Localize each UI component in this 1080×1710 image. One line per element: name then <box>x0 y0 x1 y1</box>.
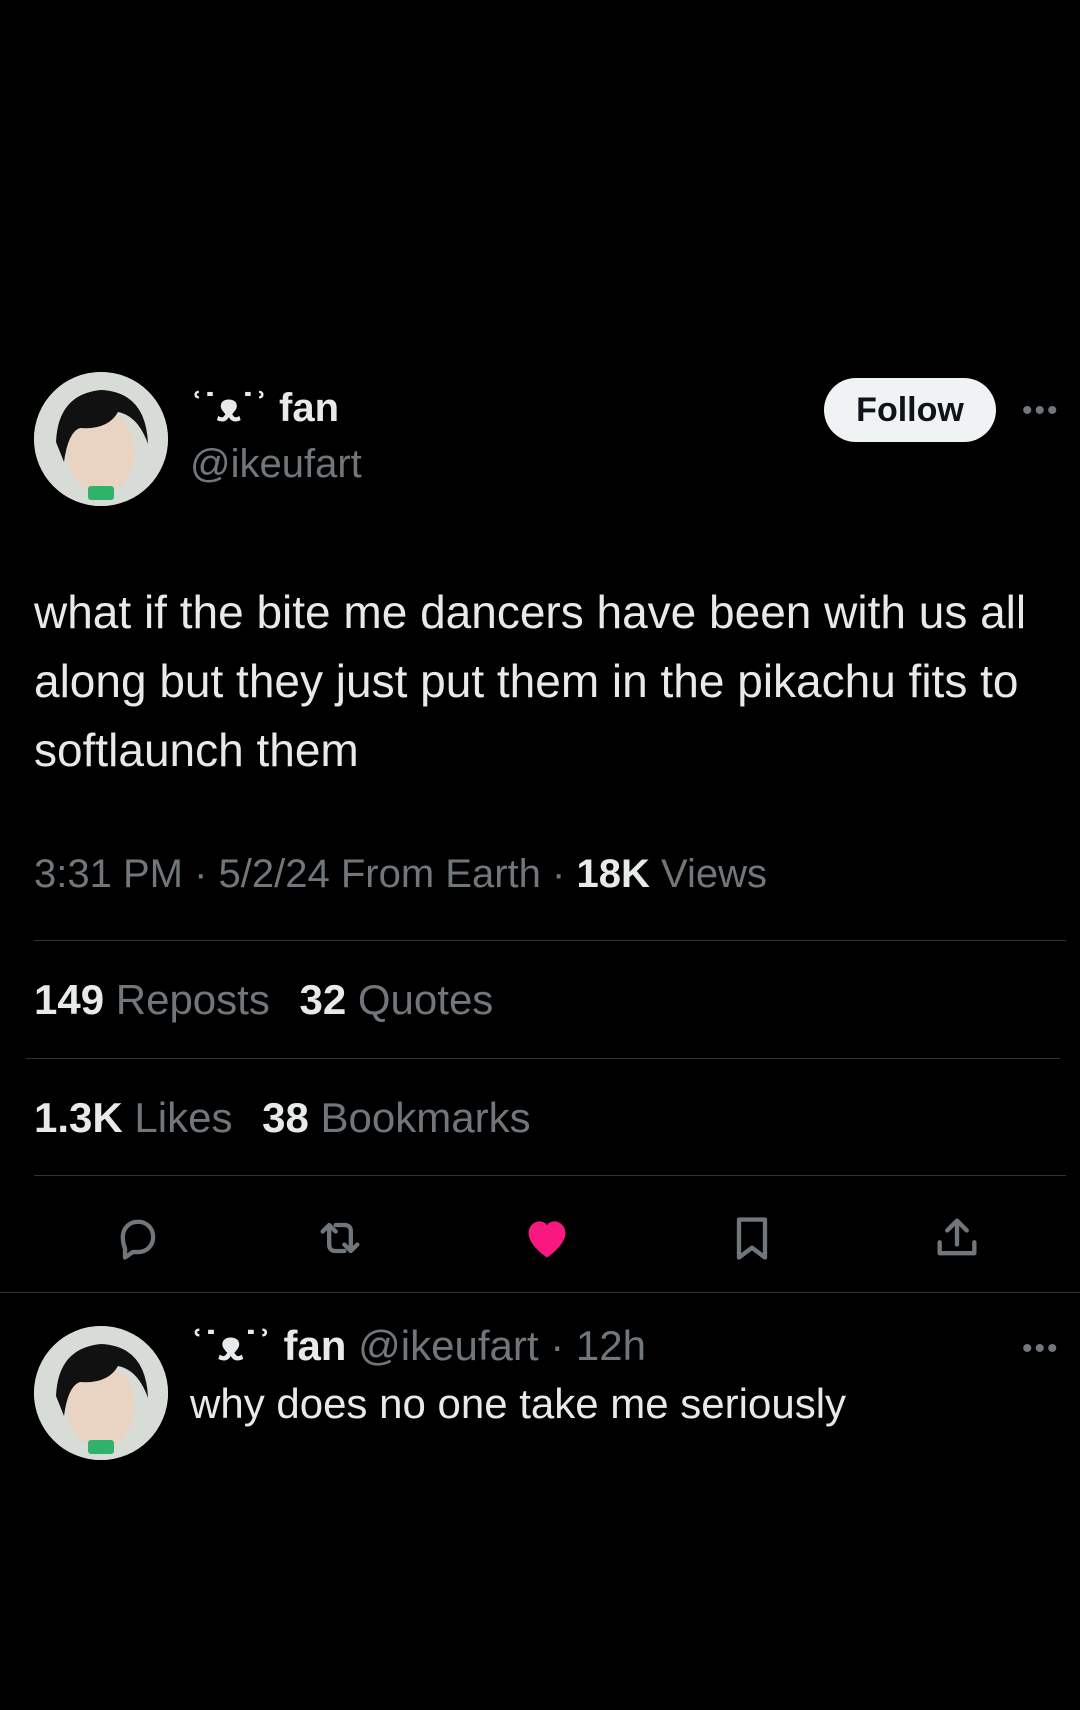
likes-count: 1.3K <box>34 1094 123 1141</box>
bookmarks-label: Bookmarks <box>320 1094 531 1141</box>
handle[interactable]: @ikeufart <box>190 442 362 487</box>
divider <box>34 940 1066 941</box>
divider <box>26 1058 1060 1059</box>
reply-handle[interactable]: @ikeufart <box>358 1322 538 1369</box>
reply-text: why does no one take me seriously <box>190 1380 847 1427</box>
views-count: 18K <box>576 852 650 896</box>
reply-avatar[interactable] <box>34 1326 168 1460</box>
quotes-stat[interactable]: 32 Quotes <box>300 976 494 1023</box>
likes-label: Likes <box>134 1094 233 1141</box>
separator: · <box>194 852 219 896</box>
display-name[interactable]: ʿ˙ᴥ˙ʾ fan <box>190 386 339 431</box>
bookmarks-count: 38 <box>262 1094 309 1141</box>
more-options-icon[interactable]: ••• <box>1022 394 1060 428</box>
quotes-count: 32 <box>299 976 347 1023</box>
bookmarks-stat[interactable]: 38 Bookmarks <box>262 1094 530 1141</box>
avatar[interactable] <box>34 372 168 506</box>
bookmark-icon[interactable] <box>726 1212 778 1264</box>
reposts-stat[interactable]: 149 Reposts <box>34 976 270 1023</box>
reply-icon[interactable] <box>112 1212 164 1264</box>
views-label: Views <box>661 852 767 896</box>
share-icon[interactable] <box>931 1212 983 1264</box>
tweet-text: what if the bite me dancers have been wi… <box>34 586 1027 776</box>
likes-stat[interactable]: 1.3K Likes <box>34 1094 232 1141</box>
tweet-time[interactable]: 3:31 PM <box>34 852 183 896</box>
separator: · <box>550 1322 565 1369</box>
separator: · <box>552 852 577 896</box>
engagement-stats-row: 1.3K Likes 38 Bookmarks <box>34 1094 549 1142</box>
tweet-source: From Earth <box>340 852 541 896</box>
tweet-meta: 3:31 PM · 5/2/24 From Earth · 18K Views <box>34 852 767 897</box>
reply-time[interactable]: 12h <box>576 1322 646 1369</box>
engagement-stats-row: 149 Reposts 32 Quotes <box>34 976 511 1024</box>
heart-icon[interactable] <box>521 1212 573 1264</box>
reposts-label: Reposts <box>115 976 270 1023</box>
divider <box>34 1175 1066 1176</box>
reply-more-options-icon[interactable]: ••• <box>1022 1332 1060 1366</box>
repost-icon[interactable] <box>314 1212 366 1264</box>
divider <box>0 1292 1080 1293</box>
reposts-count: 149 <box>34 976 105 1023</box>
reply-display-name[interactable]: ʿ˙ᴥ˙ʾ fan <box>190 1322 346 1369</box>
reply-header: ʿ˙ᴥ˙ʾ fan @ikeufart · 12h <box>190 1322 646 1370</box>
follow-button[interactable]: Follow <box>824 378 996 442</box>
quotes-label: Quotes <box>357 976 494 1023</box>
tweet-date[interactable]: 5/2/24 <box>219 852 330 896</box>
